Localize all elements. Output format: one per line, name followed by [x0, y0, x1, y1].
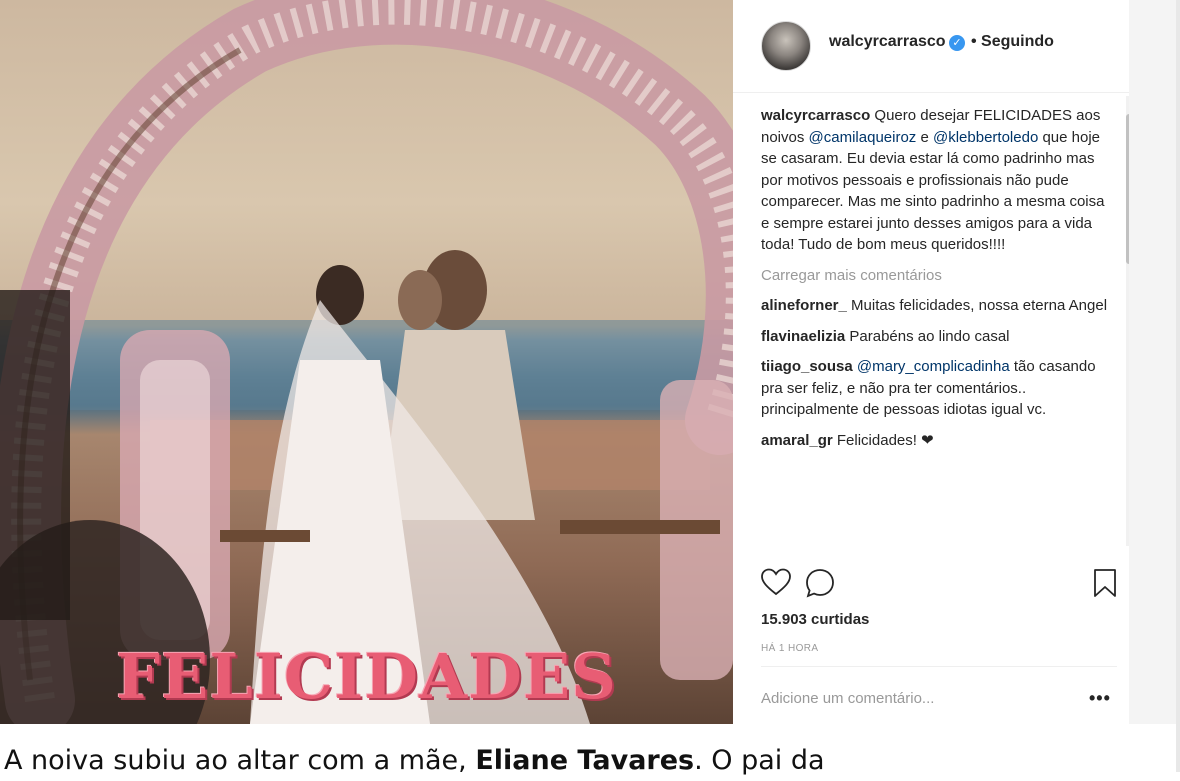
page-scrollbar-track[interactable]: [1176, 0, 1180, 772]
post-timestamp[interactable]: HÁ 1 HORA: [761, 643, 819, 654]
caption-username[interactable]: walcyrcarrasco: [761, 107, 870, 124]
comments-list[interactable]: walcyrcarrasco Quero desejar FELICIDADES…: [761, 105, 1113, 553]
follow-status-button[interactable]: • Seguindo: [971, 33, 1054, 51]
article-text: . O pai da: [694, 745, 825, 776]
header-username[interactable]: walcyrcarrasco: [829, 33, 946, 51]
avatar[interactable]: [761, 21, 811, 71]
comment-mention-link[interactable]: @mary_complicadinha: [857, 358, 1010, 375]
article-bold-name: Eliane Tavares: [475, 745, 695, 776]
heart-icon[interactable]: [761, 568, 791, 596]
comment-username[interactable]: flavinaelizia: [761, 328, 845, 345]
comment-bubble-icon[interactable]: [805, 568, 835, 598]
load-more-comments-link[interactable]: Carregar mais comentários: [761, 265, 1113, 287]
post-side-panel: walcyrcarrasco ✓ • Seguindo walcyrcarras…: [733, 0, 1132, 724]
comment-username[interactable]: alineforner_: [761, 297, 847, 314]
comment-item: tiiago_sousa @mary_complicadinha tão cas…: [761, 356, 1113, 421]
page-background: [1129, 0, 1180, 724]
wedding-scene-illustration: [0, 0, 733, 724]
post-actions: [733, 560, 1129, 600]
caption: walcyrcarrasco Quero desejar FELICIDADES…: [761, 105, 1113, 256]
article-text: A noiva subiu ao altar com a mãe,: [4, 745, 476, 776]
comment-text: Felicidades! ❤: [832, 431, 934, 449]
bookmark-icon[interactable]: [1093, 568, 1117, 598]
verified-badge-icon: ✓: [949, 35, 965, 51]
comment-item: flavinaelizia Parabéns ao lindo casal: [761, 326, 1113, 348]
photo-overlay-text: FELICIDADES: [116, 640, 617, 713]
comment-item: alineforner_ Muitas felicidades, nossa e…: [761, 295, 1113, 317]
comment-username[interactable]: amaral_gr: [761, 432, 833, 449]
caption-mention-link[interactable]: @klebbertoledo: [933, 129, 1038, 146]
likes-count[interactable]: 15.903 curtidas: [761, 611, 869, 628]
add-comment-input[interactable]: [761, 690, 1081, 707]
comment-username[interactable]: tiiago_sousa: [761, 358, 853, 375]
comment-text: Parabéns ao lindo casal: [845, 327, 1010, 345]
caption-mention-link[interactable]: @camilaqueiroz: [809, 129, 917, 146]
comment-item: amaral_gr Felicidades! ❤: [761, 430, 1113, 452]
post-header: walcyrcarrasco ✓ • Seguindo: [733, 0, 1129, 93]
more-options-button[interactable]: •••: [1089, 688, 1111, 709]
caption-text: que hoje se casaram. Eu devia estar lá c…: [761, 128, 1105, 254]
caption-text: e: [916, 128, 933, 146]
comment-text: Muitas felicidades, nossa eterna Angel: [846, 297, 1108, 314]
divider: [761, 666, 1117, 667]
article-paragraph: A noiva subiu ao altar com a mãe, Eliane…: [4, 741, 825, 781]
post-photo[interactable]: FELICIDADES: [0, 0, 733, 724]
